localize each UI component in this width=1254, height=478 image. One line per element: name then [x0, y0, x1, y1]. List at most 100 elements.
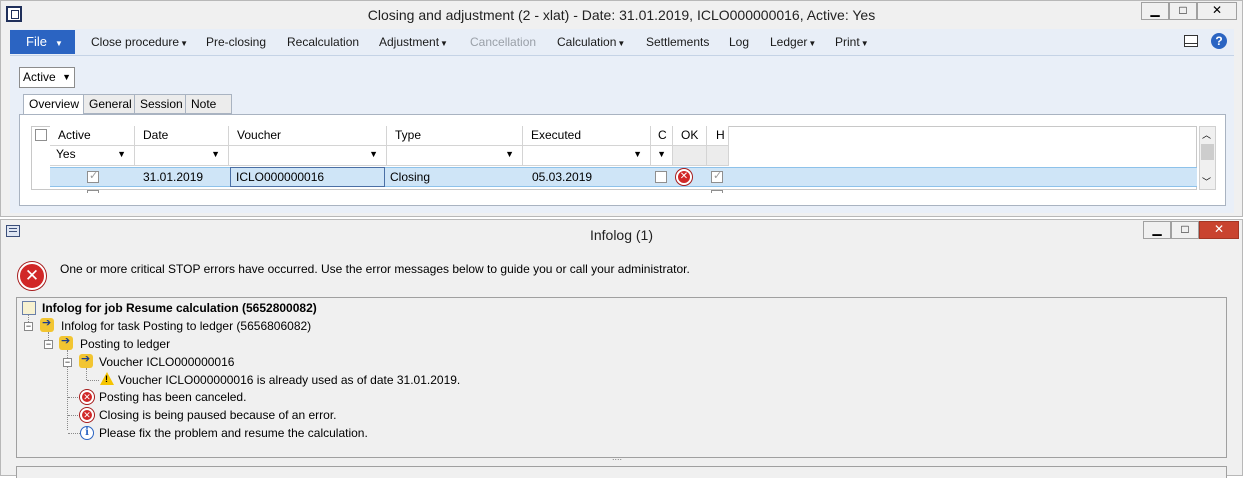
- window-title: Closing and adjustment (2 - xlat) - Date…: [367, 7, 876, 23]
- menu-label: Close procedure: [91, 35, 180, 49]
- minimize-button[interactable]: ▁: [1141, 2, 1169, 20]
- collapse-icon[interactable]: −: [44, 340, 53, 349]
- active-filter-select[interactable]: Active ▼: [19, 67, 75, 88]
- help-icon[interactable]: ?: [1211, 33, 1227, 49]
- menu-cancellation: Cancellation: [470, 35, 536, 49]
- ok-error-icon: ✕: [676, 169, 692, 185]
- menu-pre-closing[interactable]: Pre-closing: [206, 35, 266, 49]
- file-menu-button[interactable]: File ▼: [10, 30, 75, 54]
- tab-label: Overview: [29, 97, 80, 111]
- menu-calculation[interactable]: Calculation▼: [557, 35, 625, 49]
- maximize-button[interactable]: □: [1169, 2, 1197, 20]
- tree-connector: [68, 433, 80, 434]
- tab-note[interactable]: Note: [185, 94, 232, 114]
- menu-label: Print: [835, 35, 860, 49]
- menu-recalculation[interactable]: Recalculation: [287, 35, 359, 49]
- tree-item-error[interactable]: Posting has been canceled.: [99, 390, 246, 404]
- tree-item-warning[interactable]: Voucher ICLO000000016 is already used as…: [118, 373, 460, 387]
- chevron-down-icon: ▼: [369, 149, 378, 159]
- filter-executed[interactable]: ▼: [523, 146, 651, 166]
- header-label: Executed: [531, 128, 582, 142]
- menu-adjustment[interactable]: Adjustment▼: [379, 35, 448, 49]
- col-header-active[interactable]: Active: [50, 126, 135, 146]
- task-arrow-icon: ➔: [59, 335, 73, 350]
- filter-date[interactable]: ▼: [135, 146, 229, 166]
- row-date: 31.01.2019: [143, 170, 204, 184]
- col-header-ok[interactable]: OK: [673, 126, 707, 146]
- filter-active[interactable]: Yes ▼: [50, 146, 135, 166]
- chevron-down-icon: ▼: [211, 149, 220, 159]
- menu-label: Pre-closing: [206, 35, 267, 49]
- minimize-icon: ▁: [1150, 3, 1160, 17]
- row-executed: 05.03.2019: [532, 170, 593, 184]
- scroll-thumb[interactable]: [1201, 144, 1214, 160]
- col-header-executed[interactable]: Executed: [523, 126, 651, 146]
- close-icon: ✕: [1213, 222, 1225, 236]
- tab-label: General: [89, 97, 132, 111]
- select-all-checkbox[interactable]: [35, 129, 47, 141]
- table-row[interactable]: [50, 167, 1197, 187]
- filter-c[interactable]: ▼: [651, 146, 673, 166]
- h-checkbox[interactable]: [711, 169, 723, 183]
- tab-session[interactable]: Session: [134, 94, 189, 114]
- chevron-down-icon: ▼: [860, 39, 869, 48]
- col-header-date[interactable]: Date: [135, 126, 229, 146]
- menu-ledger[interactable]: Ledger▼: [770, 35, 816, 49]
- tree-item-error[interactable]: Closing is being paused because of an er…: [99, 408, 337, 422]
- infolog-maximize-button[interactable]: □: [1171, 221, 1199, 239]
- tree-item-voucher[interactable]: Voucher ICLO000000016: [99, 355, 234, 369]
- chevron-down-icon: ▼: [505, 149, 514, 159]
- menu-label: Ledger: [770, 35, 808, 49]
- scroll-down-icon[interactable]: ﹀: [1202, 175, 1211, 188]
- col-header-type[interactable]: Type: [387, 126, 523, 146]
- splitter-handle[interactable]: ....: [612, 452, 622, 462]
- tree-item-task[interactable]: Infolog for task Posting to ledger (5656…: [61, 319, 311, 333]
- header-label: H: [716, 128, 725, 142]
- tab-general[interactable]: General: [83, 94, 138, 114]
- menu-close-procedure[interactable]: Close procedure▼: [91, 35, 188, 49]
- header-label: C: [658, 128, 667, 142]
- chevron-down-icon: ▼: [62, 72, 71, 82]
- chevron-down-icon: ▼: [617, 39, 626, 48]
- collapse-icon[interactable]: −: [63, 358, 72, 367]
- filter-type[interactable]: ▼: [387, 146, 523, 166]
- close-icon: ✕: [1211, 3, 1223, 17]
- scroll-up-icon[interactable]: ︿: [1202, 128, 1211, 141]
- chevron-down-icon: ▼: [440, 39, 448, 48]
- maximize-icon: □: [1181, 222, 1189, 236]
- close-button[interactable]: ✕: [1197, 2, 1237, 20]
- filter-voucher[interactable]: ▼: [229, 146, 387, 166]
- menu-settlements[interactable]: Settlements: [646, 35, 709, 49]
- tab-overview[interactable]: Overview: [23, 94, 86, 115]
- next-row-checkbox: [87, 190, 99, 193]
- tab-label: Session: [140, 97, 183, 111]
- filter-value: Active: [23, 70, 56, 84]
- col-header-voucher[interactable]: Voucher: [229, 126, 387, 146]
- col-header-c[interactable]: C: [651, 126, 673, 146]
- infolog-minimize-button[interactable]: ▁: [1143, 221, 1171, 239]
- header-label: OK: [681, 128, 699, 142]
- chevron-down-icon: ▼: [633, 149, 642, 159]
- grid-scrollbar[interactable]: ︿ ﹀: [1199, 126, 1216, 190]
- menu-label: Adjustment: [379, 35, 440, 49]
- collapse-icon[interactable]: −: [24, 322, 33, 331]
- col-header-h[interactable]: H: [707, 126, 729, 146]
- tree-item-job[interactable]: Infolog for job Resume calculation (5652…: [42, 301, 317, 315]
- menu-print[interactable]: Print▼: [835, 35, 869, 49]
- infolog-window: Infolog (1) ▁ □ ✕ ✕ One or more critical…: [0, 219, 1243, 478]
- tree-item-info[interactable]: Please fix the problem and resume the ca…: [99, 426, 368, 440]
- infolog-title: Infolog (1): [589, 227, 654, 243]
- infolog-close-button[interactable]: ✕: [1199, 221, 1239, 239]
- layout-icon-line: [1185, 43, 1197, 44]
- header-label: Active: [58, 128, 91, 142]
- menu-log[interactable]: Log: [729, 35, 749, 49]
- active-checkbox[interactable]: [87, 169, 99, 183]
- row-voucher[interactable]: ICLO000000016: [236, 170, 324, 184]
- infolog-message: One or more critical STOP errors have oc…: [60, 262, 690, 276]
- row-type: Closing: [390, 170, 431, 184]
- info-icon: i: [80, 426, 94, 440]
- c-checkbox[interactable]: [655, 171, 667, 183]
- tree-item-posting[interactable]: Posting to ledger: [80, 337, 170, 351]
- stop-error-icon: ✕: [18, 262, 46, 290]
- layout-icon[interactable]: [1184, 35, 1198, 47]
